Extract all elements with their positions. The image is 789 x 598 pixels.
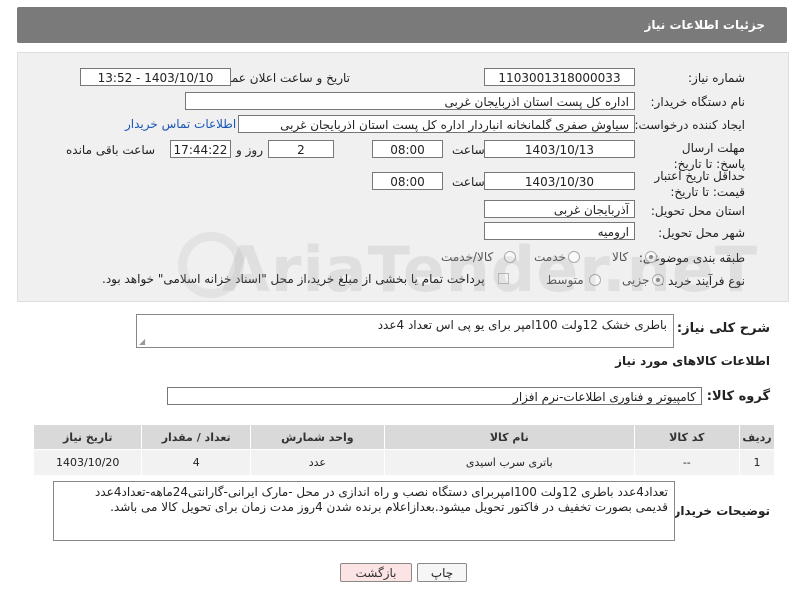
watermark-text: AriaTender.neT	[222, 233, 759, 306]
col-unit: واحد شمارش	[249, 424, 385, 450]
description-label: شرح کلی نیاز:	[676, 321, 770, 336]
description-textarea[interactable]: باطری خشک 12ولت 100امپر برای یو پی اس تع…	[136, 314, 674, 348]
goods-group-field: کامپیوتر و فناوری اطلاعات-نرم افزار	[167, 387, 702, 405]
remaining-time: 17:44:22	[170, 140, 231, 158]
goods-group-label: گروه کالا:	[706, 389, 770, 404]
days-label: روز و	[236, 143, 263, 157]
remaining-days: 2	[268, 140, 334, 158]
buyer-contact-link[interactable]: اطلاعات تماس خریدار	[125, 117, 236, 131]
back-button[interactable]: بازگشت	[340, 563, 412, 582]
delivery-province-field: آذربایجان غربی	[484, 200, 635, 218]
price-time-label: ساعت	[452, 175, 485, 189]
col-qty: تعداد / مقدار	[141, 424, 251, 450]
col-code: کد کالا	[633, 424, 740, 450]
table-row: 1 -- باتری سرب اسیدی عدد 4 1403/10/20	[32, 449, 776, 476]
print-button[interactable]: چاپ	[417, 563, 467, 582]
need-number-field: 1103001318000033	[484, 68, 635, 86]
resize-handle-icon[interactable]: ◢	[139, 337, 145, 346]
buyer-notes-textarea[interactable]: تعداد4عدد باطری 12ولت 100امپربرای دستگاه…	[53, 481, 675, 541]
description-text: باطری خشک 12ولت 100امپر برای یو پی اس تع…	[377, 318, 667, 332]
reply-time-label: ساعت	[452, 143, 485, 157]
price-validity-date: 1403/10/30	[484, 172, 635, 190]
price-validity-time: 08:00	[372, 172, 443, 190]
goods-table: ردیف کد کالا نام کالا واحد شمارش تعداد /…	[32, 424, 776, 476]
delivery-province-label: استان محل تحویل:	[650, 204, 745, 218]
announce-datetime-field: 1403/10/10 - 13:52	[80, 68, 231, 86]
cell-unit: عدد	[249, 449, 385, 476]
buyer-org-label: نام دستگاه خریدار:	[650, 95, 746, 109]
buyer-notes-text: تعداد4عدد باطری 12ولت 100امپربرای دستگاه…	[95, 485, 668, 514]
cell-qty: 4	[141, 449, 251, 476]
buyer-org-field: اداره کل پست استان اذربایجان غربی	[185, 92, 635, 110]
cell-name: باتری سرب اسیدی	[383, 449, 635, 476]
col-row: ردیف	[738, 424, 776, 450]
cell-row: 1	[738, 449, 776, 476]
col-date: تاریخ نیاز	[32, 424, 143, 450]
remaining-label: ساعت باقی مانده	[66, 143, 156, 157]
requester-label: ایجاد کننده درخواست:	[634, 118, 745, 132]
page-header: جزئیات اطلاعات نیاز	[17, 7, 787, 43]
page-title: جزئیات اطلاعات نیاز	[644, 18, 765, 32]
goods-table-header: ردیف کد کالا نام کالا واحد شمارش تعداد /…	[32, 424, 776, 450]
goods-section-title: اطلاعات کالاهای مورد نیاز	[615, 354, 770, 368]
reply-deadline-time: 08:00	[372, 140, 443, 158]
cell-date: 1403/10/20	[32, 449, 143, 476]
need-number-label: شماره نیاز:	[688, 71, 745, 85]
cell-code: --	[633, 449, 740, 476]
col-name: نام کالا	[383, 424, 635, 450]
price-validity-label: حداقل تاریخ اعتبار قیمت: تا تاریخ:	[654, 169, 745, 199]
buyer-notes-label: توضیحات خریدار:	[668, 504, 770, 518]
reply-deadline-date: 1403/10/13	[484, 140, 635, 158]
requester-field: سیاوش صفری گلمانخانه انباردار اداره کل پ…	[238, 115, 635, 133]
